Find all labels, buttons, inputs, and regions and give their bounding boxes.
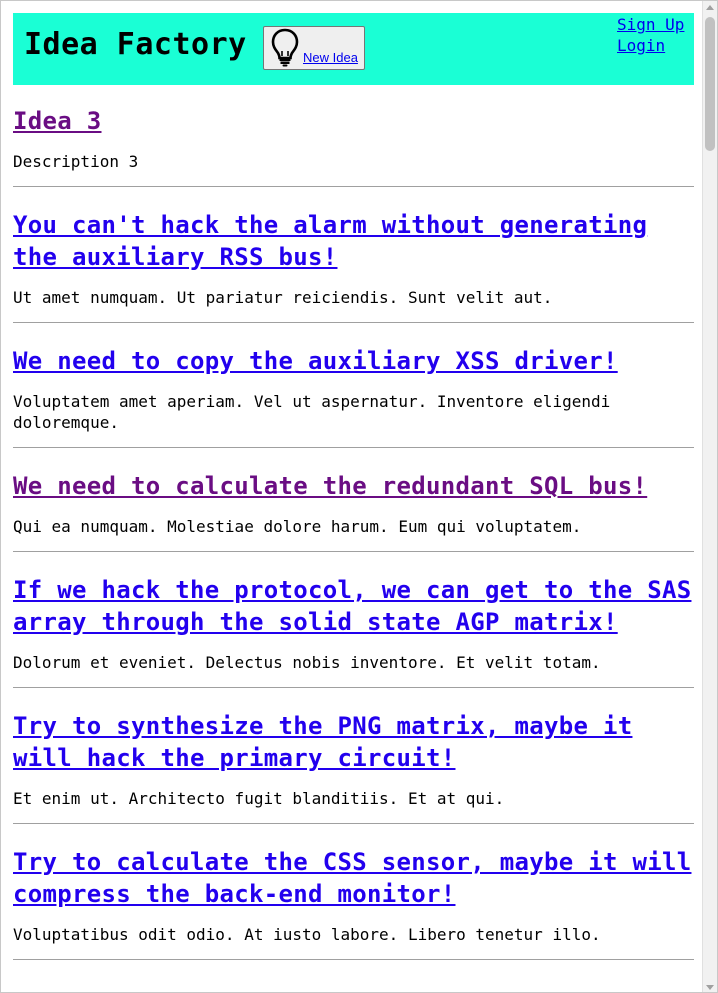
idea-title: If we hack the protocol, we can get to t…	[13, 574, 694, 638]
idea-item: Try to calculate the CSS sensor, maybe i…	[13, 824, 694, 960]
site-title: Idea Factory	[24, 27, 247, 62]
idea-link[interactable]: If we hack the protocol, we can get to t…	[13, 576, 691, 636]
idea-item: We need to calculate the redundant SQL b…	[13, 448, 694, 552]
idea-description: Dolorum et eveniet. Delectus nobis inven…	[13, 653, 601, 672]
idea-title: Try to synthesize the PNG matrix, maybe …	[13, 710, 694, 774]
idea-title: Try to calculate the CSS sensor, maybe i…	[13, 846, 694, 910]
login-link[interactable]: Login	[617, 35, 684, 56]
idea-description: Description 3	[13, 152, 139, 171]
new-idea-button[interactable]: New Idea	[263, 26, 365, 70]
vertical-scrollbar[interactable]	[702, 1, 717, 992]
idea-item: If we hack the protocol, we can get to t…	[13, 552, 694, 688]
browser-viewport: Idea Factory New Idea Sign Up Login Idea…	[0, 0, 718, 993]
idea-item: Try to synthesize the PNG matrix, maybe …	[13, 688, 694, 824]
idea-link[interactable]: You can't hack the alarm without generat…	[13, 211, 647, 271]
idea-item: You can't hack the alarm without generat…	[13, 187, 694, 323]
scroll-up-icon[interactable]	[706, 5, 714, 10]
idea-item: Idea 3 Description 3	[13, 85, 694, 187]
new-idea-label: New Idea	[303, 50, 358, 65]
idea-title: Idea 3	[13, 105, 694, 137]
page-content: Idea Factory New Idea Sign Up Login Idea…	[13, 13, 694, 960]
idea-link[interactable]: Try to synthesize the PNG matrix, maybe …	[13, 712, 632, 772]
idea-link[interactable]: Idea 3	[13, 107, 102, 135]
idea-description: Et enim ut. Architecto fugit blanditiis.…	[13, 789, 505, 808]
idea-link[interactable]: Try to calculate the CSS sensor, maybe i…	[13, 848, 691, 908]
idea-item: We need to copy the auxiliary XSS driver…	[13, 323, 694, 448]
idea-description: Voluptatibus odit odio. At iusto labore.…	[13, 925, 601, 944]
idea-link[interactable]: We need to copy the auxiliary XSS driver…	[13, 347, 618, 375]
idea-title: We need to calculate the redundant SQL b…	[13, 470, 694, 502]
idea-description: Qui ea numquam. Molestiae dolore harum. …	[13, 517, 582, 536]
site-header: Idea Factory New Idea Sign Up Login	[13, 13, 694, 85]
auth-links: Sign Up Login	[617, 14, 684, 56]
scroll-down-icon[interactable]	[706, 985, 714, 990]
sign-up-link[interactable]: Sign Up	[617, 14, 684, 35]
idea-description: Ut amet numquam. Ut pariatur reiciendis.…	[13, 288, 553, 307]
idea-link[interactable]: We need to calculate the redundant SQL b…	[13, 472, 647, 500]
scrollbar-thumb[interactable]	[705, 17, 715, 151]
idea-list: Idea 3 Description 3 You can't hack the …	[13, 85, 694, 960]
idea-title: We need to copy the auxiliary XSS driver…	[13, 345, 694, 377]
lightbulb-icon	[270, 27, 300, 67]
idea-title: You can't hack the alarm without generat…	[13, 209, 694, 273]
idea-description: Voluptatem amet aperiam. Vel ut aspernat…	[13, 392, 611, 432]
